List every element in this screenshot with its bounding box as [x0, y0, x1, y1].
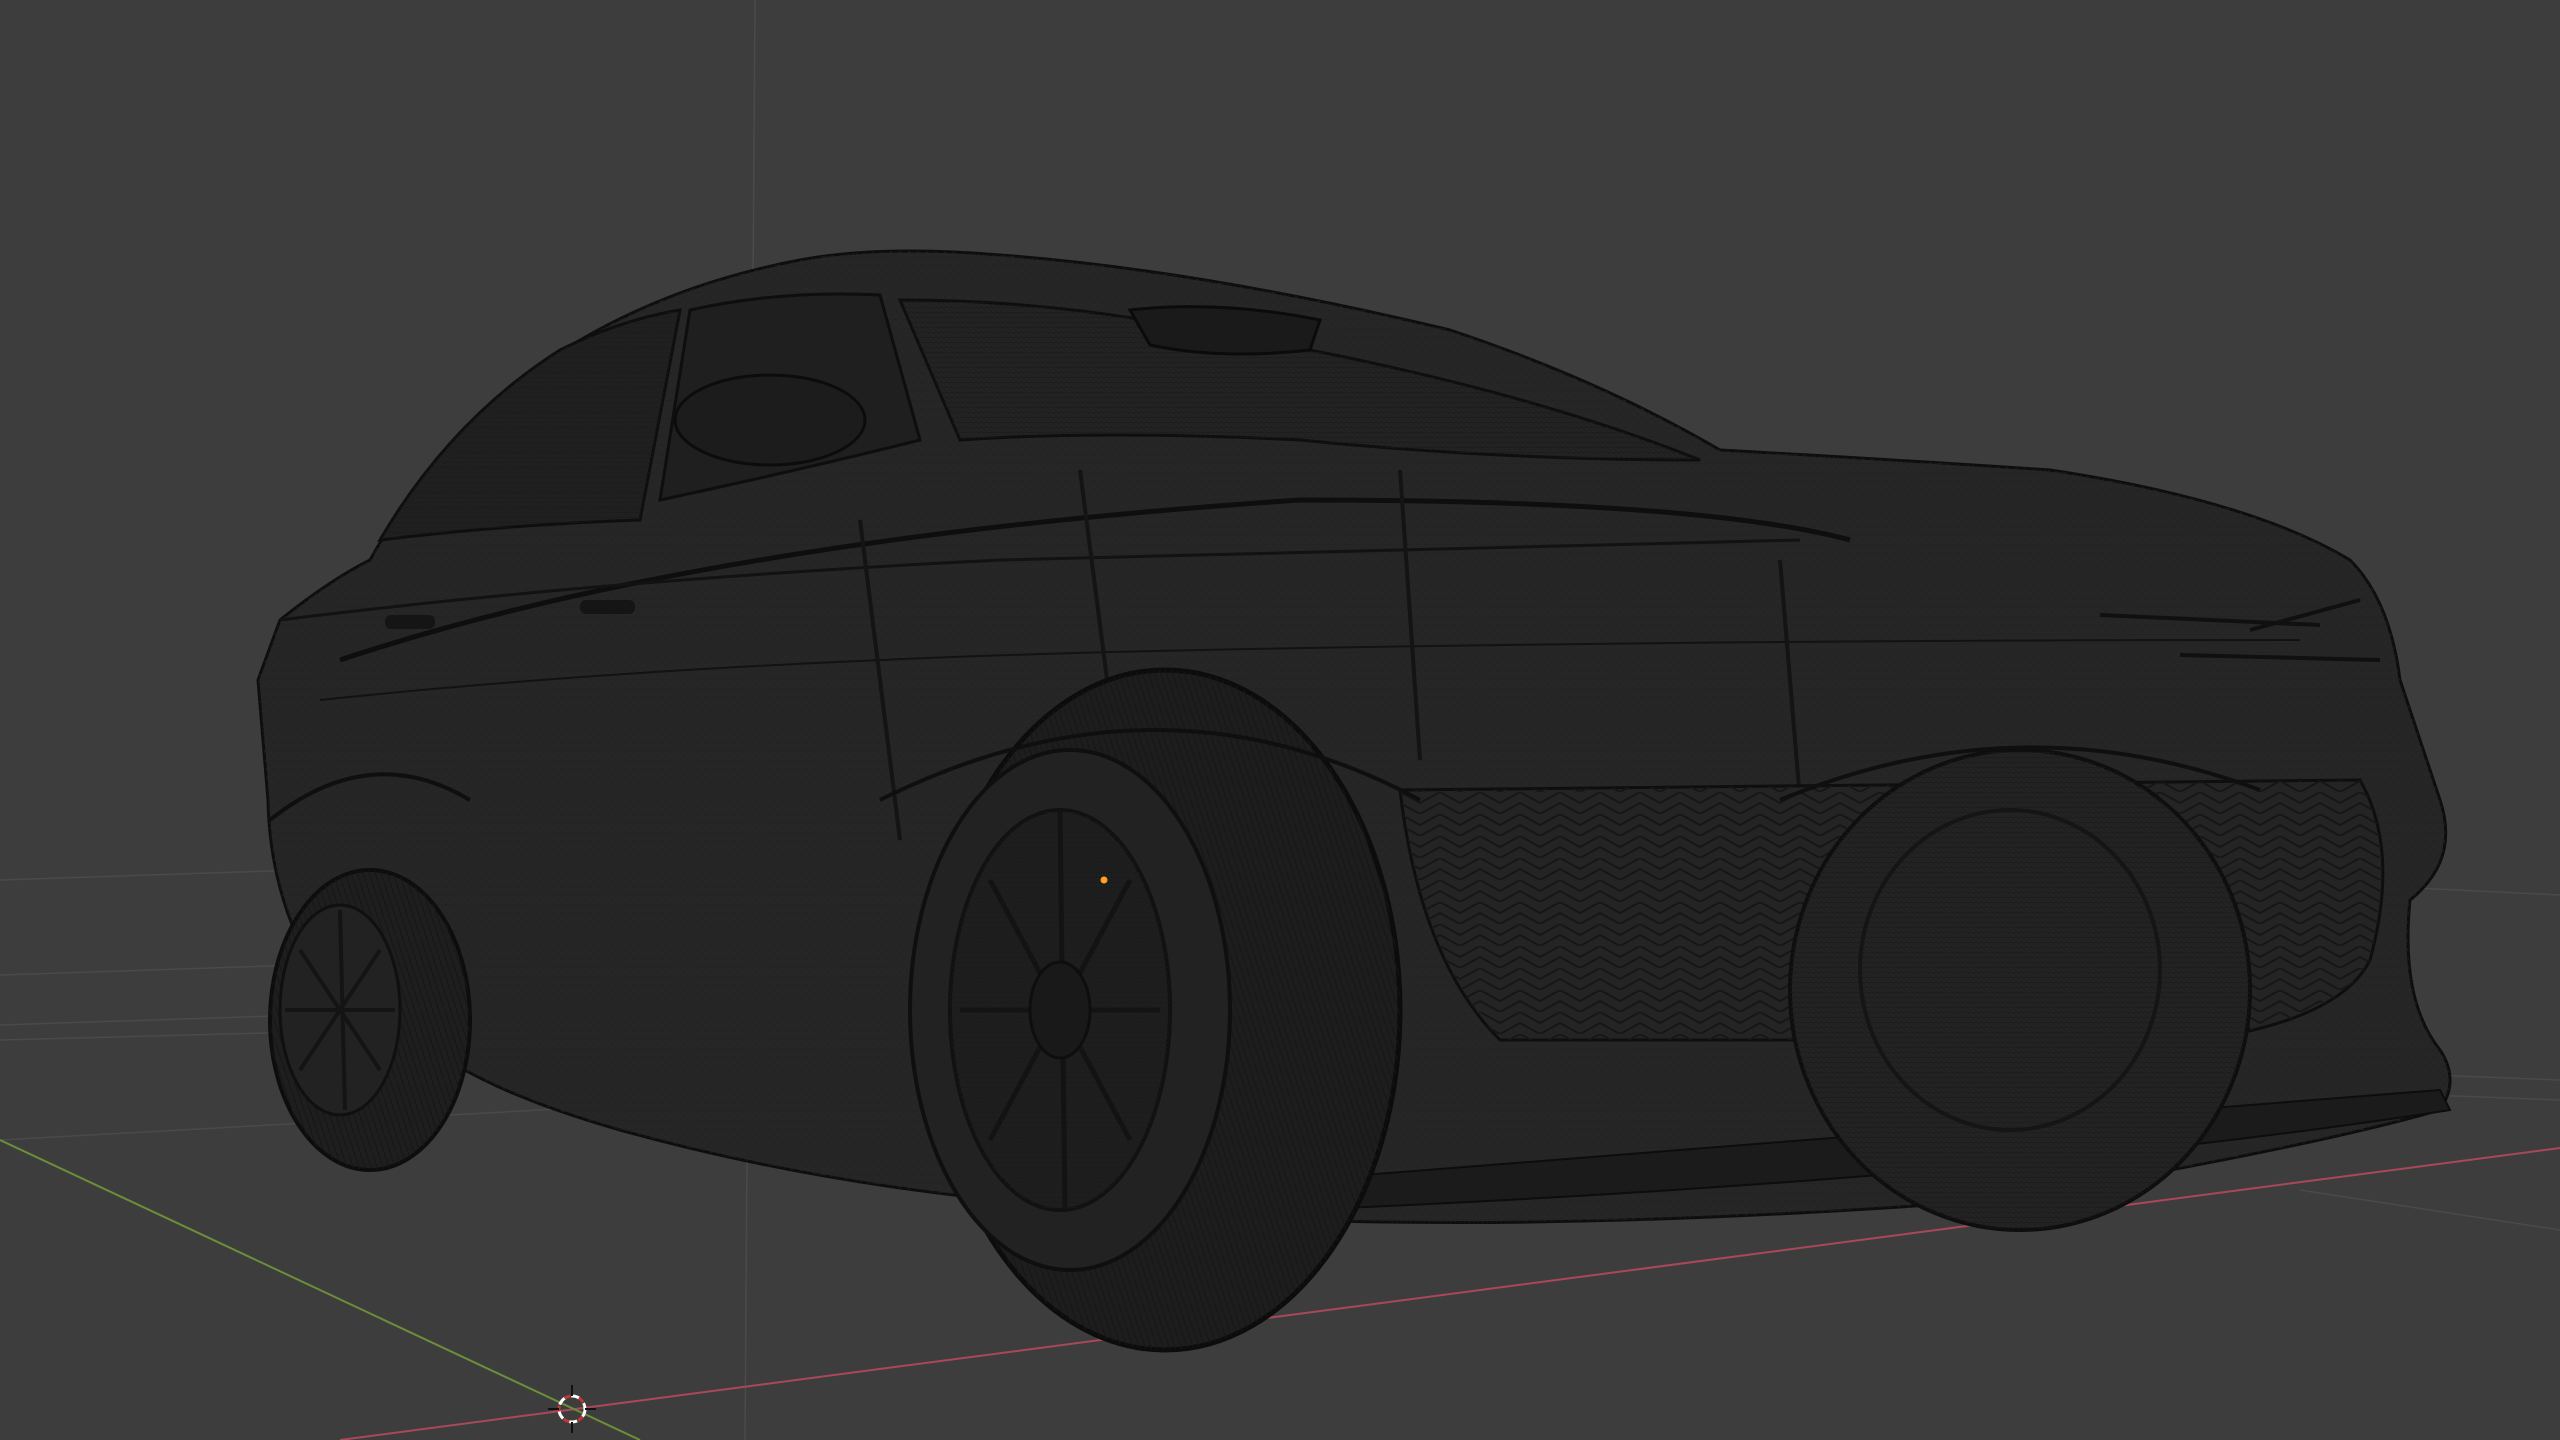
- front-wheel-far: [1788, 748, 2252, 1232]
- viewport-canvas[interactable]: [0, 0, 2560, 1440]
- car-wireframe[interactable]: [256, 249, 2452, 1353]
- object-origin-dot[interactable]: [1100, 876, 1108, 884]
- 3d-viewport[interactable]: [0, 0, 2560, 1440]
- rear-wheel: [268, 868, 472, 1172]
- rear-view-mirror: [673, 373, 867, 467]
- y-axis-line: [0, 1139, 641, 1440]
- side-mirror: [1127, 305, 1322, 356]
